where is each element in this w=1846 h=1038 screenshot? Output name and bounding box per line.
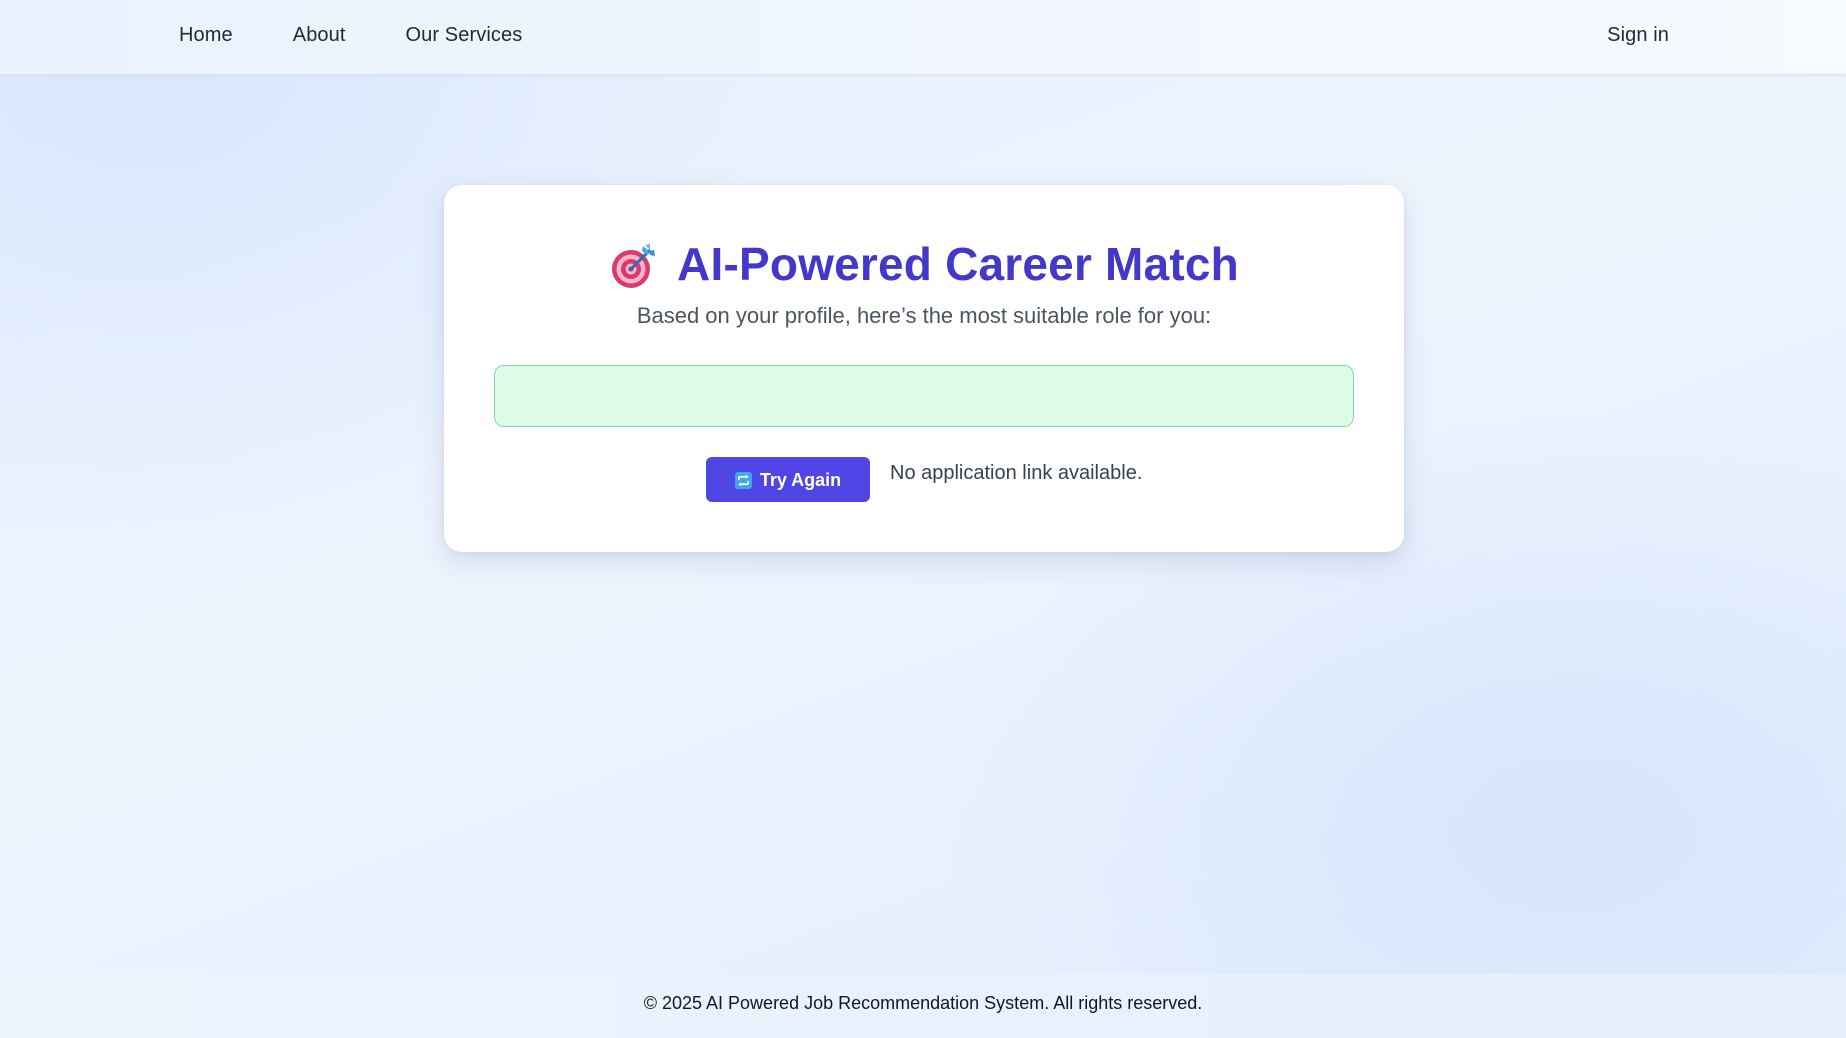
sign-in-link[interactable]: Sign in [1607, 24, 1669, 47]
footer-copyright: © 2025 AI Powered Job Recommendation Sys… [643, 992, 1203, 1013]
try-again-button[interactable]: Try Again [706, 457, 870, 502]
page-title: AI-Powered Career Match [677, 238, 1239, 290]
try-again-label: Try Again [759, 470, 842, 490]
nav-right: Sign in [1607, 0, 1669, 70]
nav-link-home[interactable]: Home [179, 24, 233, 47]
no-application-link-text: No application link available. [890, 462, 1143, 484]
page-subtitle: Based on your profile, here’s the most s… [636, 303, 1212, 328]
direct-hit-target-icon [612, 244, 656, 288]
card-header: AI-Powered Career Match [444, 237, 1404, 291]
card-actions: Try Again No application link available. [706, 457, 1142, 502]
repeat-icon [734, 472, 752, 489]
nav-link-our-services[interactable]: Our Services [406, 24, 523, 47]
recommended-role-box [494, 365, 1354, 427]
nav-links: Home About Our Services [179, 0, 522, 70]
career-match-card: AI-Powered Career Match Based on your pr… [444, 185, 1404, 552]
nav-link-about[interactable]: About [293, 24, 346, 47]
page-footer: © 2025 AI Powered Job Recommendation Sys… [0, 974, 1846, 1038]
top-navbar: Home About Our Services Sign in [0, 0, 1846, 75]
